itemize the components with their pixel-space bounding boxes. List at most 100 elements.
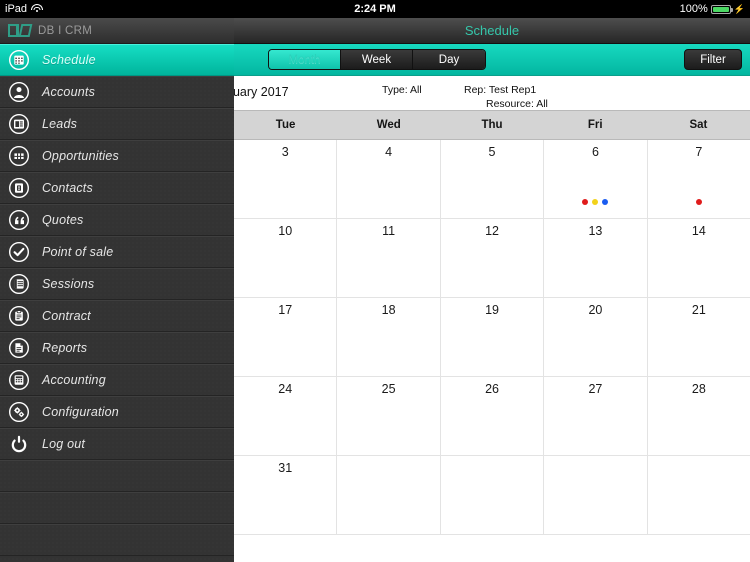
sidebar-item-contract[interactable]: Contract (0, 300, 234, 332)
battery-icon (710, 4, 733, 14)
battery-percent-label: 100% (679, 3, 708, 15)
event-dot (602, 199, 609, 205)
sidebar-item-accounting[interactable]: Accounting (0, 364, 234, 396)
sidebar-item-label: Contacts (42, 181, 93, 195)
document-icon (8, 337, 30, 359)
lightning-bolt-icon: ⚡ (733, 4, 745, 14)
calendar-day-cell[interactable]: 17 (234, 298, 338, 377)
sidebar-empty-row (0, 460, 234, 492)
status-bar-time: 2:24 PM (354, 3, 396, 15)
calendar-day-cell[interactable] (544, 456, 648, 535)
calendar-day-number: 11 (382, 224, 396, 238)
filter-rep-label: Rep: Test Rep1 (464, 84, 537, 96)
filter-type-label: Type: All (382, 84, 422, 96)
calendar-day-cell[interactable] (647, 456, 750, 535)
status-bar-right: 100% ⚡ (680, 0, 745, 18)
calendar-day-cell[interactable]: 20 (544, 298, 648, 377)
calendar-day-cell[interactable]: 6 (544, 140, 648, 219)
clipboard-icon (8, 305, 30, 327)
sidebar-item-label: Schedule (42, 53, 96, 67)
calendar-day-header: Thu (481, 119, 503, 131)
calendar-day-cell[interactable]: 27 (544, 377, 648, 456)
calendar-day-headers: Tue Wed Thu Fri Sat (234, 110, 750, 140)
calendar-day-cell[interactable]: 25 (337, 377, 441, 456)
sidebar-item-leads[interactable]: Leads (0, 108, 234, 140)
calendar-day-number: 28 (691, 382, 706, 396)
calendar-day-number: 17 (278, 303, 293, 317)
sidebar-item-schedule[interactable]: Schedule (0, 44, 234, 76)
sidebar-item-label: Point of sale (42, 245, 114, 259)
calendar-week-row: 10 11 12 13 14 (234, 219, 750, 298)
calendar-day-cell[interactable]: 19 (440, 298, 545, 377)
calendar-day-cell[interactable] (440, 456, 545, 535)
calendar-day-cell[interactable]: 11 (337, 219, 441, 298)
checkmark-icon (8, 241, 30, 263)
calendar-day-number: 21 (691, 303, 706, 317)
segment-week[interactable]: Week (341, 50, 413, 69)
sidebar-item-log-out[interactable]: Log out (0, 428, 234, 460)
sidebar-item-label: Contract (42, 309, 91, 323)
calendar-day-cell[interactable]: 26 (440, 377, 545, 456)
contact-card-icon (8, 177, 30, 199)
calendar-day-cell[interactable]: 13 (544, 219, 648, 298)
calendar-day-header: Wed (376, 119, 401, 131)
calendar-day-number: 20 (588, 303, 603, 317)
calendar-week-row: 3 4 5 6 7 (234, 140, 750, 219)
filter-resource-label: Resource: All (486, 98, 548, 110)
sidebar-item-point-of-sale[interactable]: Point of sale (0, 236, 234, 268)
sidebar-item-label: Quotes (42, 213, 84, 227)
sidebar-item-accounts[interactable]: Accounts (0, 76, 234, 108)
sidebar-item-label: Accounting (42, 373, 106, 387)
segment-month[interactable]: Month (269, 50, 341, 69)
sidebar-item-sessions[interactable]: Sessions (0, 268, 234, 300)
sidebar-item-label: Configuration (42, 405, 119, 419)
sidebar-item-contacts[interactable]: Contacts (0, 172, 234, 204)
db-logo-icon (8, 24, 33, 37)
sidebar: DB I CRM Schedule Accounts Leads Opportunit… (0, 18, 234, 562)
toolbar: Month Week Day Filter (234, 44, 750, 76)
calendar-day-number: 13 (588, 224, 603, 238)
sidebar-item-reports[interactable]: Reports (0, 332, 234, 364)
calendar-day-cell[interactable] (337, 456, 441, 535)
calendar-day-cell[interactable]: 18 (337, 298, 441, 377)
quote-marks-icon (8, 209, 30, 231)
calendar-day-number: 24 (278, 382, 293, 396)
calendar-day-cell[interactable]: 24 (234, 377, 338, 456)
filter-button[interactable]: Filter (684, 49, 742, 70)
calendar-day-cell[interactable]: 12 (440, 219, 545, 298)
calendar-day-cell[interactable]: 4 (337, 140, 441, 219)
main-content: Schedule MonthWeekDay Filter nuary 2017 … (234, 18, 750, 562)
calendar-day-cell[interactable]: 28 (647, 377, 750, 456)
calendar-day-number: 3 (281, 145, 289, 159)
info-bar: nuary 2017 Type: All Rep: Test Rep1 Reso… (234, 76, 750, 110)
calendar-day-cell[interactable]: 7 (647, 140, 750, 219)
sidebar-item-quotes[interactable]: Quotes (0, 204, 234, 236)
sidebar-item-label: Leads (42, 117, 78, 131)
calendar-week-row: 24 25 26 27 28 (234, 377, 750, 456)
sidebar-item-label: Reports (42, 341, 88, 355)
calendar-week-row: 17 18 19 20 21 (234, 298, 750, 377)
view-mode-segmented-control[interactable]: Month Week Day (268, 49, 486, 70)
calendar-day-number: 31 (278, 461, 293, 475)
sidebar-item-configuration[interactable]: Configuration (0, 396, 234, 428)
calendar-day-cell[interactable]: 21 (647, 298, 750, 377)
calendar-day-header: Sat (689, 119, 708, 131)
navigation-bar: Schedule (234, 18, 750, 44)
calendar-day-number: 6 (591, 145, 599, 159)
person-circle-icon (8, 81, 30, 103)
calendar-day-number: 12 (485, 224, 499, 238)
calendar-day-cell[interactable]: 14 (647, 219, 750, 298)
calendar-day-cell[interactable]: 3 (234, 140, 338, 219)
event-dots (648, 199, 750, 205)
calendar-day-number: 25 (381, 382, 396, 396)
segment-day[interactable]: Day (413, 50, 485, 69)
calendar-day-cell[interactable]: 10 (234, 219, 338, 298)
calendar-day-cell[interactable]: 5 (440, 140, 545, 219)
event-dot (582, 199, 589, 205)
month-year-label: nuary 2017 (234, 85, 289, 99)
sidebar-item-label: Log out (42, 437, 86, 451)
sidebar-item-opportunities[interactable]: Opportunities (0, 140, 234, 172)
calendar-day-cell[interactable]: 31 (234, 456, 338, 535)
page-title: Schedule (464, 23, 520, 38)
calendar-icon (8, 49, 30, 71)
